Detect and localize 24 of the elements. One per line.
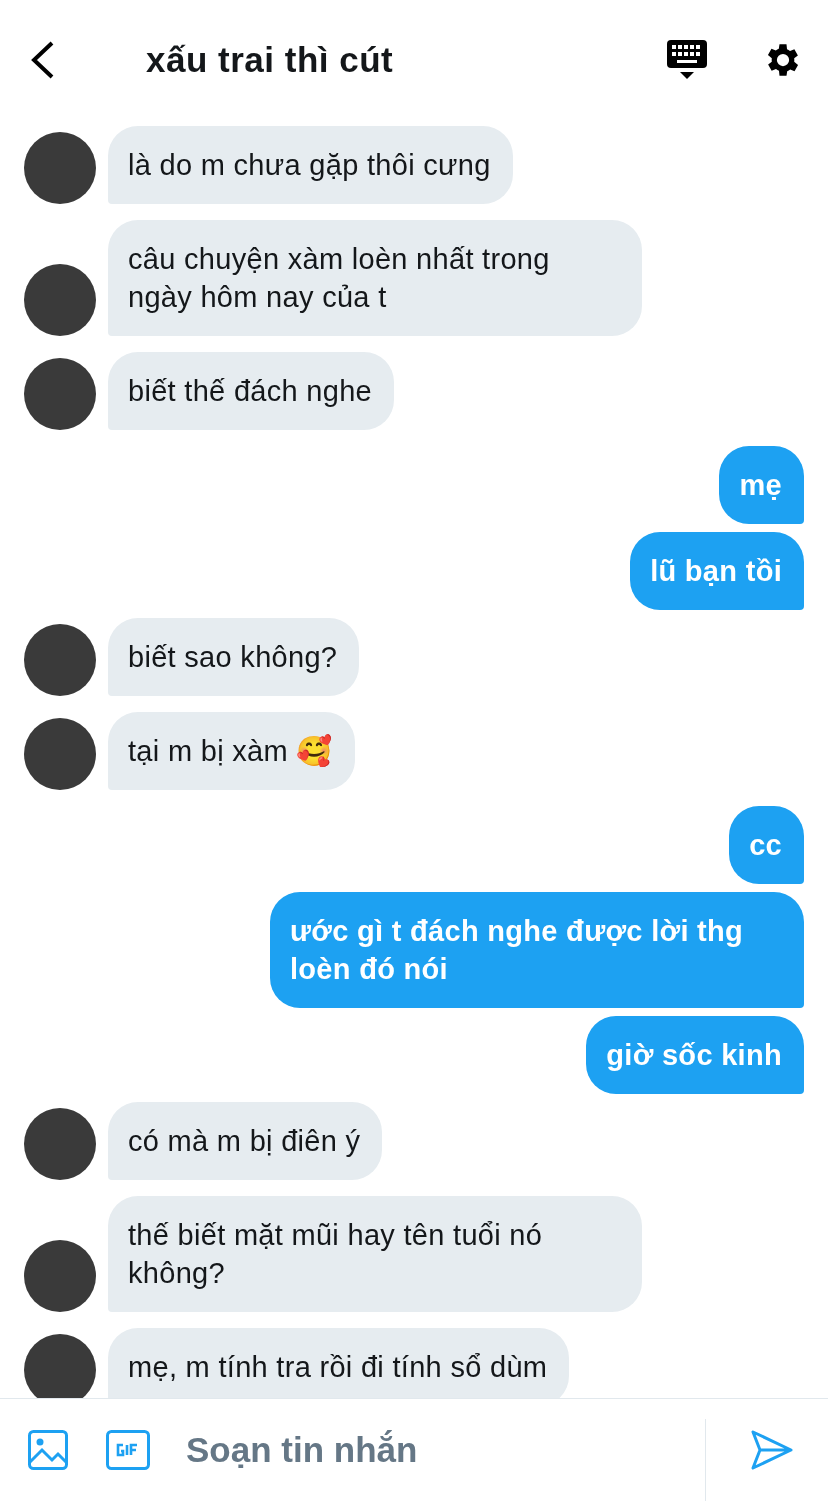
image-icon xyxy=(28,1430,68,1470)
message-bubble: cc xyxy=(729,806,804,884)
avatar xyxy=(24,1334,96,1398)
message-bubble: câu chuyện xàm loèn nhất trong ngày hôm nay của t xyxy=(108,220,642,336)
gif-icon xyxy=(106,1430,150,1470)
message-bubble: mẹ xyxy=(719,446,804,524)
message-bubble: thế biết mặt mũi hay tên tuổi nó không? xyxy=(108,1196,642,1312)
message-bubble: là do m chưa gặp thôi cưng xyxy=(108,126,513,204)
send-button[interactable] xyxy=(750,1430,794,1470)
keyboard-icon xyxy=(666,39,708,81)
message-bubble: có mà m bị điên ý xyxy=(108,1102,383,1180)
gif-button[interactable] xyxy=(106,1430,150,1470)
keyboard-button[interactable] xyxy=(666,39,708,81)
image-button[interactable] xyxy=(28,1430,68,1470)
conversation-title: xấu trai thì cút xyxy=(146,40,395,80)
message-input[interactable]: Soạn tin nhắn xyxy=(186,1430,666,1470)
message-bubble: mẹ, m tính tra rồi đi tính sổ dùm xyxy=(108,1328,570,1398)
message-bubble: ước gì t đách nghe được lời thg loèn đó nói xyxy=(270,892,804,1008)
message-bubble: giờ sốc kinh xyxy=(586,1016,804,1094)
message-bubble: tại m bị xàm 🥰 xyxy=(108,712,355,790)
message-bubble: biết sao không? xyxy=(108,618,360,696)
send-icon xyxy=(750,1430,794,1470)
message-bubble: biết thế đách nghe xyxy=(108,352,395,430)
message-bubble: lũ bạn tồi xyxy=(630,532,804,610)
